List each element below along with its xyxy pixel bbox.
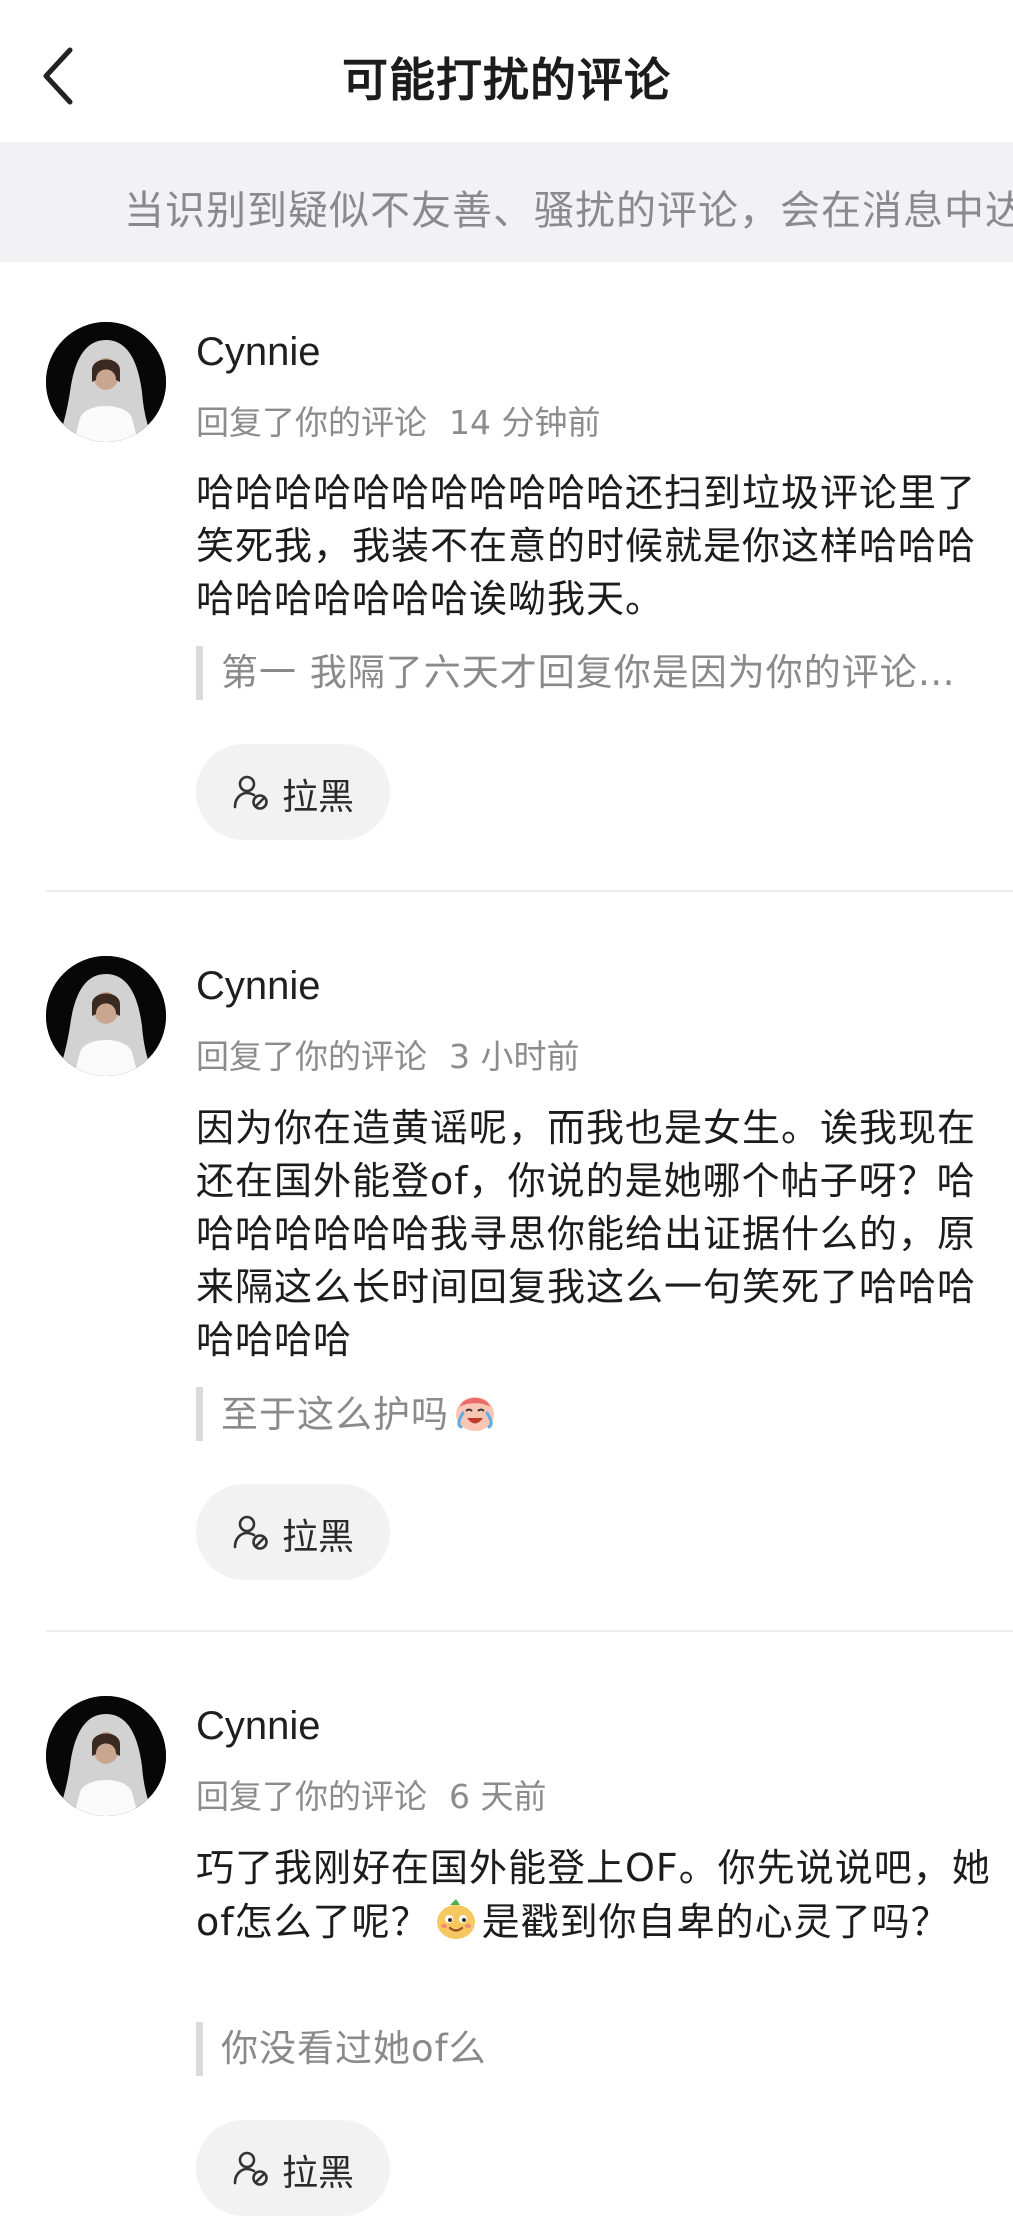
avatar[interactable] xyxy=(46,1696,166,1816)
sly-face-emoji-icon xyxy=(436,1899,475,1939)
username[interactable]: Cynnie xyxy=(196,330,321,375)
username[interactable]: Cynnie xyxy=(196,964,321,1009)
comment-item: Cynnie 回复了你的评论 6 天前 巧了我刚好在国外能登上OF。你先说说吧，她… xyxy=(0,1632,1013,2225)
timestamp: 6 天前 xyxy=(449,1777,547,1816)
block-button[interactable]: 拉黑 xyxy=(196,1484,390,1580)
username[interactable]: Cynnie xyxy=(196,1704,321,1749)
comment-meta: 回复了你的评论 6 天前 xyxy=(196,1770,547,1818)
quoted-comment: 你没看过她of么 xyxy=(196,2022,991,2076)
comment-body: 因为你在造黄谣呢，而我也是女生。诶我现在还在国外能登of，你说的是她哪个帖子呀？… xyxy=(196,1106,977,1362)
block-user-icon xyxy=(233,2151,268,2186)
block-label: 拉黑 xyxy=(282,777,355,818)
crying-laughing-emoji-icon xyxy=(456,1397,494,1431)
avatar[interactable] xyxy=(46,322,166,442)
block-user-icon xyxy=(233,775,268,810)
block-label: 拉黑 xyxy=(282,1517,355,1558)
page-title: 可能打扰的评论 xyxy=(342,53,671,107)
action-text: 回复了你的评论 xyxy=(196,1777,427,1816)
block-label: 拉黑 xyxy=(282,2153,355,2194)
action-text: 回复了你的评论 xyxy=(196,1037,427,1076)
comment-list: Cynnie 回复了你的评论 14 分钟前 哈哈哈哈哈哈哈哈哈哈哈还扫到垃圾评论里… xyxy=(0,262,1013,2225)
quoted-comment: 第一 我隔了六天才回复你是因为你的评论被扫到垃圾评论里了 xyxy=(196,646,991,700)
timestamp: 3 小时前 xyxy=(449,1037,580,1076)
comment-meta: 回复了你的评论 3 小时前 xyxy=(196,1030,580,1078)
comment-body: 哈哈哈哈哈哈哈哈哈哈哈还扫到垃圾评论里了笑死我，我装不在意的时候就是你这样哈哈哈… xyxy=(196,471,977,621)
timestamp: 14 分钟前 xyxy=(449,403,601,442)
block-button[interactable]: 拉黑 xyxy=(196,2120,390,2216)
block-user-icon xyxy=(233,1515,268,1550)
action-text: 回复了你的评论 xyxy=(196,403,427,442)
comment-meta: 回复了你的评论 14 分钟前 xyxy=(196,396,600,444)
avatar[interactable] xyxy=(46,956,166,1076)
comment-item: Cynnie 回复了你的评论 14 分钟前 哈哈哈哈哈哈哈哈哈哈哈还扫到垃圾评论里… xyxy=(0,262,1013,892)
notice-text: 当识别到疑似不友善、骚扰的评论，会在消息中达 xyxy=(124,188,1013,234)
body-text-part: 是戳到你自卑的心灵了吗？ xyxy=(481,1900,950,1944)
comment-body: 巧了我刚好在国外能登上OF。你先说说吧，她of怎么了呢？ 是戳到你自卑的心灵了吗… xyxy=(196,1842,991,1949)
notice-banner: 当识别到疑似不友善、骚扰的评论，会在消息中达 xyxy=(0,142,1013,262)
block-button[interactable]: 拉黑 xyxy=(196,744,390,840)
quoted-comment: 至于这么护吗 xyxy=(196,1387,991,1441)
top-nav-bar: 可能打扰的评论 xyxy=(0,0,1013,142)
comment-item: Cynnie 回复了你的评论 3 小时前 因为你在造黄谣呢，而我也是女生。诶我现在… xyxy=(0,892,1013,1632)
quote-text: 至于这么护吗 xyxy=(221,1393,449,1436)
